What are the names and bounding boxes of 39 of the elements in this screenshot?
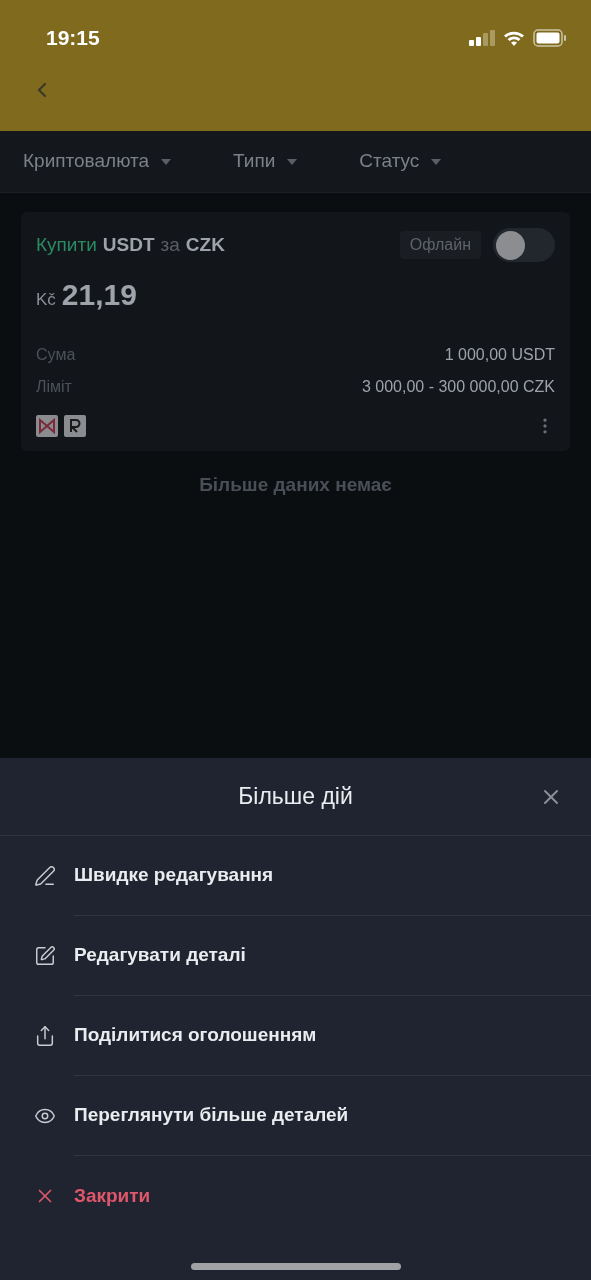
action-label: Поділитися оголошенням: [74, 1023, 317, 1048]
filter-dropdown[interactable]: Статус: [359, 147, 442, 176]
currency-symbol: Kč: [36, 289, 56, 311]
action-item[interactable]: Закрити: [0, 1156, 591, 1236]
action-label: Закрити: [74, 1183, 151, 1208]
edit-icon: [34, 945, 56, 967]
action-item[interactable]: Швидке редагування: [0, 836, 591, 916]
row-label: Сума: [36, 345, 76, 365]
action-label: Швидке редагування: [74, 863, 274, 888]
wifi-icon: [503, 29, 525, 46]
action-item[interactable]: Поділитися оголошенням: [0, 996, 591, 1076]
row-value: 1 000,00 USDT: [444, 345, 555, 365]
payment-method-icon: [64, 415, 86, 437]
share-icon: [34, 1025, 56, 1047]
battery-icon: [533, 28, 567, 47]
filter-dropdown[interactable]: Типи: [233, 147, 298, 176]
sheet-title: Більше дій: [238, 782, 353, 812]
pen-icon: [34, 865, 56, 887]
online-toggle[interactable]: [493, 228, 555, 262]
signal-icon: [469, 29, 495, 46]
caret-icon: [287, 158, 298, 165]
connector-text: за: [160, 232, 180, 257]
action-item[interactable]: Переглянути більше деталей: [0, 1076, 591, 1156]
caret-icon: [161, 158, 171, 165]
fiat-name: CZK: [185, 232, 225, 257]
action-label: Переглянути більше деталей: [74, 1103, 349, 1128]
price: 21,19: [61, 277, 137, 313]
row-label: Ліміт: [36, 377, 72, 397]
asset-name: USDT: [102, 232, 155, 257]
payment-method-icon: [36, 415, 58, 437]
status-badge: Офлайн: [399, 231, 481, 259]
filter-dropdown[interactable]: Криптовалюта: [23, 147, 171, 176]
action-label: Редагувати деталі: [74, 943, 246, 968]
caret-icon: [431, 158, 442, 165]
row-value: 3 000,00 - 300 000,00 CZK: [361, 377, 555, 397]
status-time: 19:15: [46, 25, 100, 51]
end-message: Більше даних немає: [199, 473, 392, 497]
action-item[interactable]: Редагувати деталі: [0, 916, 591, 996]
trade-side: Купити: [36, 232, 97, 257]
